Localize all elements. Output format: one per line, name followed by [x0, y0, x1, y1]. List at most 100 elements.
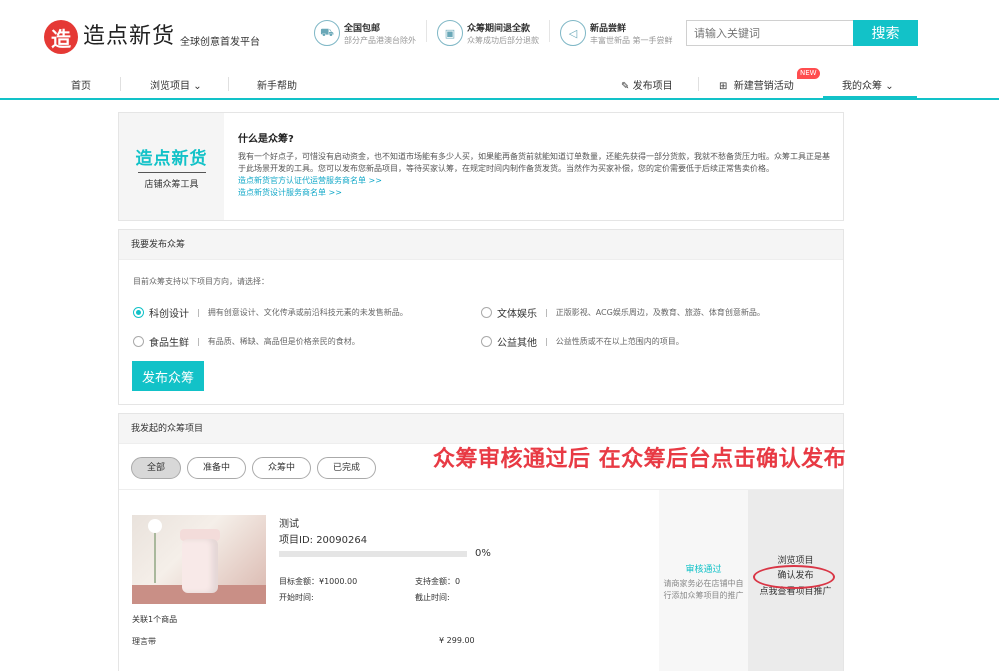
search-bar: 搜索 [686, 20, 918, 46]
option-desc: 公益性质或不在以上范围内的项目。 [555, 337, 684, 346]
intro-brand: 造点新货 [135, 149, 208, 169]
instruction-annotation: 众筹审核通过后 在众筹后台点击确认发布 [433, 447, 847, 472]
my-projects-heading: 我发起的众筹项目 [119, 414, 843, 444]
feature-desc: 众筹成功后部分退款 [467, 35, 539, 45]
option-separator: | [545, 337, 548, 346]
search-input[interactable] [686, 20, 853, 46]
intro-body: 我有一个好点子，可惜没有启动资金，也不知道市场能有多少人买，如果能再备货前就能知… [238, 152, 830, 173]
project-progress-bar [279, 551, 467, 557]
project-progress-text: 0% [475, 548, 491, 559]
feature-title: 新品尝鲜 [590, 23, 627, 34]
feature-title: 众筹期间退全款 [467, 23, 531, 34]
intro-tag: 店铺众筹工具 [144, 180, 199, 190]
nav-my-crowdfunding[interactable]: 我的众筹 ⌄ [842, 77, 894, 92]
option-desc: 正版影视、ACG娱乐周边，及教育、旅游、体育创意新品。 [555, 308, 765, 317]
gift-icon: ⊞ [719, 81, 728, 92]
nav-campaign-label: 新建营销活动 [733, 81, 794, 92]
goods-price: ¥ 299.00 [439, 636, 475, 645]
logo-subtitle: 全球创意首发平台 [180, 37, 261, 48]
option-name: 科创设计 [149, 309, 189, 320]
tab-in-progress[interactable]: 众筹中 [252, 457, 312, 479]
option-separator: | [545, 308, 548, 317]
publish-crowdfunding-button[interactable]: 发布众筹 [132, 361, 204, 391]
project-thumbnail[interactable] [132, 515, 266, 604]
highlight-circle [753, 565, 835, 589]
tab-all[interactable]: 全部 [131, 457, 182, 479]
refund-icon: ▣ [437, 20, 463, 46]
project-target: 目标金额：¥1000.00 [279, 577, 358, 586]
logo-mark-icon: 造 [44, 20, 78, 54]
logo-text: 造点新货 [83, 24, 176, 49]
radio-selected-icon[interactable] [133, 307, 144, 318]
nav-home[interactable]: 首页 [71, 77, 91, 92]
chevron-down-icon: ⌄ [193, 81, 202, 92]
nav-publish[interactable]: ✎ 发布项目 [621, 77, 673, 92]
truck-icon: ⛟ [314, 20, 340, 46]
intro-divider [137, 172, 206, 173]
related-goods-count: 关联1个商品 [132, 615, 178, 624]
nav-my-label: 我的众筹 [842, 81, 882, 92]
project-end-time: 截止时间: [415, 593, 450, 602]
nav-browse[interactable]: 浏览项目 ⌄ [150, 77, 202, 92]
feature-list: ⛟ 全国包邮 部分产品港澳台除外 ▣ 众筹期间退全款 众筹成功后部分退款 ◁ 新… [314, 20, 683, 46]
status-description: 请商家务必在店铺中自行添加众筹项目的推广 [663, 579, 744, 600]
feature-title: 全国包邮 [344, 23, 381, 34]
nav-browse-label: 浏览项目 [150, 81, 190, 92]
radio-icon[interactable] [133, 336, 144, 347]
project-status-column: 审核通过 请商家务必在店铺中自行添加众筹项目的推广 [659, 490, 748, 671]
option-name: 文体娱乐 [497, 309, 537, 320]
option-separator: | [197, 337, 200, 346]
nav-campaign[interactable]: ⊞ 新建营销活动 [719, 77, 794, 92]
search-button[interactable]: 搜索 [853, 20, 918, 46]
feature-divider [426, 20, 427, 42]
nav-divider [698, 77, 699, 91]
project-filter-tabs: 全部 准备中 众筹中 已完成 [131, 457, 382, 479]
agency-list-link[interactable]: 造点新货官方认证代运营服务商名单 >> [238, 175, 834, 187]
option-charity[interactable]: 公益其他 | 公益性质或不在以上范围内的项目。 [481, 334, 684, 349]
image-cup [182, 539, 218, 593]
option-name: 食品生鲜 [149, 338, 189, 349]
new-badge: NEW [797, 68, 820, 79]
option-food[interactable]: 食品生鲜 | 有品质、稀缺、高品但是价格亲民的食材。 [133, 334, 360, 349]
feature-divider [549, 20, 550, 42]
speaker-icon: ◁ [560, 20, 586, 46]
option-tech-design[interactable]: 科创设计 | 拥有创意设计、文化传承或前沿科技元素的未发售新品。 [133, 305, 408, 320]
nav-active-indicator [823, 96, 917, 100]
main-nav: 首页 浏览项目 ⌄ 新手帮助 ✎ 发布项目 ⊞ 新建营销活动 NEW 我的众筹 … [0, 68, 999, 100]
feature-refund: ▣ 众筹期间退全款 众筹成功后部分退款 [437, 20, 539, 46]
radio-icon[interactable] [481, 336, 492, 347]
feature-new-products: ◁ 新品尝鲜 丰富世新品 第一手尝鲜 [560, 20, 673, 46]
radio-icon[interactable] [481, 307, 492, 318]
feature-desc: 部分产品港澳台除外 [344, 35, 416, 45]
option-separator: | [197, 308, 200, 317]
site-logo[interactable]: 造 造点新货 全球创意首发平台 [44, 20, 260, 54]
project-id: 项目ID: 20090264 [279, 535, 368, 546]
confirm-publish-link[interactable]: 确认发布 [748, 565, 843, 589]
nav-help[interactable]: 新手帮助 [257, 77, 297, 92]
site-header: 造 造点新货 全球创意首发平台 ⛟ 全国包邮 部分产品港澳台除外 ▣ 众筹期间退… [0, 0, 999, 68]
goods-name[interactable]: 理言带 [132, 636, 156, 647]
nav-divider [228, 77, 229, 91]
status-badge: 审核通过 [685, 565, 722, 575]
tab-preparing[interactable]: 准备中 [187, 457, 247, 479]
intro-panel: 造点新货 店铺众筹工具 什么是众筹? 我有一个好点子，可惜没有启动资金，也不知道… [118, 112, 844, 221]
project-support: 支持金额：0 [415, 577, 461, 586]
edit-icon: ✎ [621, 81, 630, 92]
intro-content: 什么是众筹? 我有一个好点子，可惜没有启动资金，也不知道市场能有多少人买，如果能… [238, 130, 834, 199]
option-name: 公益其他 [497, 338, 537, 349]
project-actions-column: 浏览项目 确认发布 点我查看项目推广 [748, 490, 843, 671]
chevron-down-icon: ⌄ [885, 81, 894, 92]
feature-desc: 丰富世新品 第一手尝鲜 [590, 35, 673, 45]
option-entertainment[interactable]: 文体娱乐 | 正版影视、ACG娱乐周边，及教育、旅游、体育创意新品。 [481, 305, 765, 320]
tab-completed[interactable]: 已完成 [317, 457, 377, 479]
nav-publish-label: 发布项目 [632, 81, 673, 92]
publish-hint: 目前众筹支持以下项目方向，请选择： [133, 277, 269, 286]
publish-panel: 我要发布众筹 目前众筹支持以下项目方向，请选择： 科创设计 | 拥有创意设计、文… [118, 229, 844, 405]
project-start-time: 开始时间: [279, 593, 314, 602]
project-title[interactable]: 测试 [279, 515, 299, 530]
image-flower [148, 519, 162, 533]
option-desc: 有品质、稀缺、高品但是价格亲民的食材。 [207, 337, 360, 346]
option-desc: 拥有创意设计、文化传承或前沿科技元素的未发售新品。 [207, 308, 408, 317]
designer-list-link[interactable]: 造点新货设计服务商名单 >> [238, 187, 834, 199]
intro-question: 什么是众筹? [238, 134, 294, 145]
